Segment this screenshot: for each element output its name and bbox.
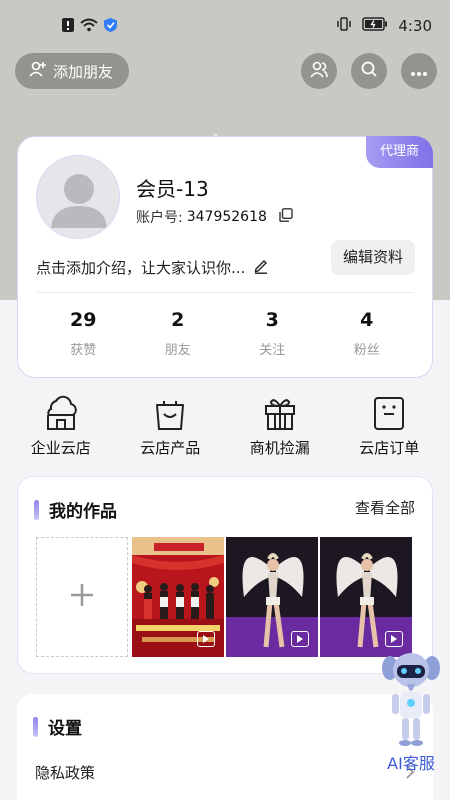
add-friend-label: 添加朋友 (53, 62, 114, 81)
default-avatar-icon (37, 156, 119, 238)
order-icon (339, 393, 439, 433)
wifi-icon (80, 17, 98, 36)
copy-icon[interactable] (279, 208, 293, 226)
account-label: 账户号: (136, 210, 183, 226)
stat-value: 29 (70, 309, 97, 331)
works-thumbnails (36, 537, 412, 657)
work-thumbnail-group-photo[interactable] (132, 537, 224, 657)
nav-label: 云店产品 (140, 439, 201, 457)
alert-icon (62, 17, 74, 36)
works-title: 我的作品 (49, 502, 117, 522)
add-work-button[interactable] (36, 537, 128, 657)
video-play-icon (197, 631, 215, 647)
work-thumbnail-video[interactable] (226, 537, 318, 657)
robot-mascot-icon (382, 653, 440, 746)
add-user-icon (29, 60, 47, 82)
stat-fans[interactable]: 4 粉丝 (320, 309, 415, 358)
settings-title: 设置 (48, 719, 82, 739)
shield-icon (104, 17, 117, 36)
more-dots-icon (410, 62, 428, 81)
member-name: 会员-13 (136, 177, 209, 201)
works-header: 我的作品 (34, 497, 117, 522)
profile-card: 代理商 会员-13 账户号: 347952618 点击添加介绍，让大家认识你..… (17, 136, 433, 378)
nav-label: 云店订单 (359, 439, 420, 457)
nav-enterprise-store[interactable]: 企业云店 (11, 393, 111, 463)
stat-following[interactable]: 3 关注 (225, 309, 320, 358)
search-button[interactable] (351, 53, 387, 89)
gift-icon (230, 393, 330, 433)
privacy-policy-item[interactable]: 隐私政策 (35, 762, 95, 783)
battery-icon (362, 17, 388, 35)
nav-business-deals[interactable]: 商机捡漏 (230, 393, 330, 463)
intro-text: 点击添加介绍，让大家认识你... (36, 259, 246, 277)
quick-nav: 企业云店 云店产品 商机捡漏 云店订单 (0, 393, 450, 463)
agent-badge: 代理商 (365, 136, 433, 168)
stat-label: 获赞 (70, 343, 97, 358)
stat-label: 粉丝 (353, 343, 380, 358)
settings-header: 设置 (33, 714, 82, 739)
video-play-icon (291, 631, 309, 647)
stat-friends[interactable]: 2 朋友 (131, 309, 226, 358)
stat-label: 关注 (259, 343, 286, 358)
intro-row[interactable]: 点击添加介绍，让大家认识你... (36, 257, 269, 278)
ai-service-button[interactable]: AI客服 (382, 648, 440, 773)
clock-time: 4:30 (398, 17, 432, 35)
contacts-button[interactable] (301, 53, 337, 89)
accent-bar (34, 499, 39, 520)
nav-label: 企业云店 (30, 439, 91, 457)
account-number: 347952618 (186, 209, 267, 225)
stats-row: 29 获赞 2 朋友 3 关注 4 粉丝 (36, 309, 414, 358)
work-thumbnail-video[interactable] (320, 537, 412, 657)
top-action-bar: 添加朋友 (0, 53, 450, 89)
vibrate-icon (336, 17, 352, 35)
stat-value: 3 (265, 309, 279, 331)
view-all-link[interactable]: 查看全部 (355, 497, 415, 518)
nav-label: 商机捡漏 (249, 439, 310, 457)
stat-label: 朋友 (164, 343, 191, 358)
status-bar: 4:30 (0, 0, 450, 50)
avatar[interactable] (36, 155, 120, 239)
more-button[interactable] (401, 53, 437, 89)
stat-likes[interactable]: 29 获赞 (36, 309, 131, 358)
video-play-icon (385, 631, 403, 647)
nav-store-orders[interactable]: 云店订单 (339, 393, 439, 463)
nav-store-products[interactable]: 云店产品 (120, 393, 220, 463)
pencil-icon (253, 258, 269, 278)
stat-value: 2 (171, 309, 185, 331)
contacts-icon (309, 60, 329, 82)
add-friend-button[interactable]: 添加朋友 (15, 53, 130, 89)
edit-profile-button[interactable]: 编辑资料 (330, 240, 415, 275)
accent-bar (33, 716, 38, 737)
ai-service-label: AI客服 (387, 754, 435, 773)
stat-value: 4 (360, 309, 374, 331)
divider (36, 292, 414, 293)
store-icon (11, 393, 111, 433)
account-row: 账户号: 347952618 (136, 207, 293, 227)
plus-icon (69, 582, 95, 612)
settings-card: 设置 隐私政策 (17, 694, 433, 800)
shopping-bag-icon (120, 393, 220, 433)
my-works-card: 我的作品 查看全部 (17, 476, 433, 674)
search-icon (360, 60, 378, 82)
